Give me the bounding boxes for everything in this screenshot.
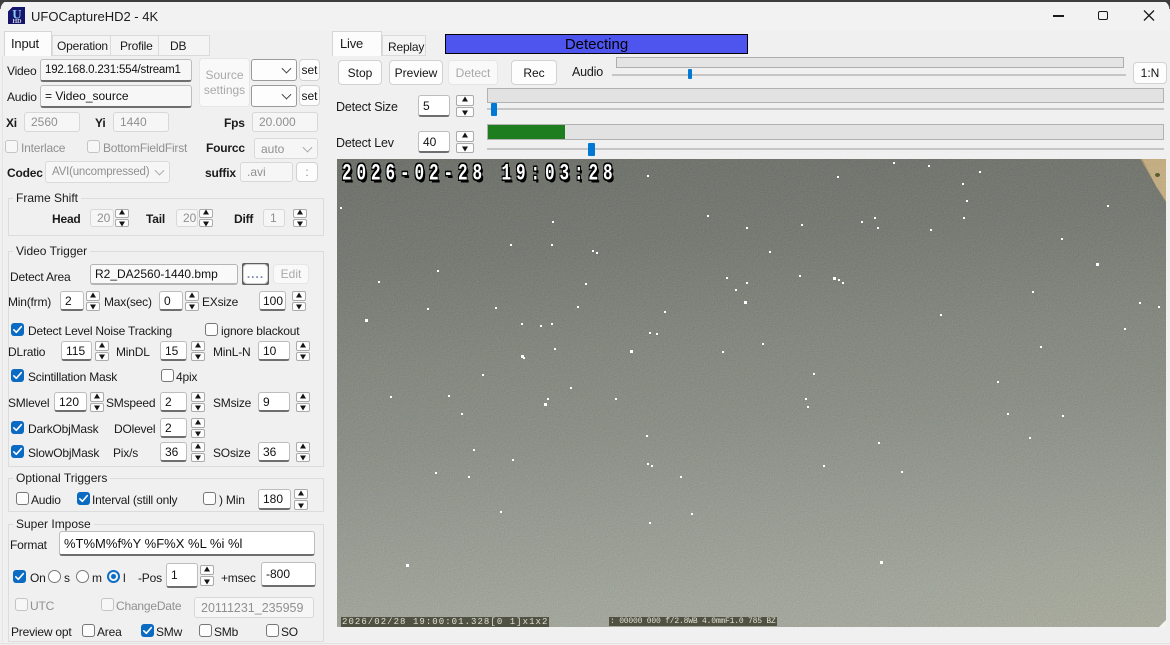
svg-text:HD: HD (13, 19, 23, 24)
